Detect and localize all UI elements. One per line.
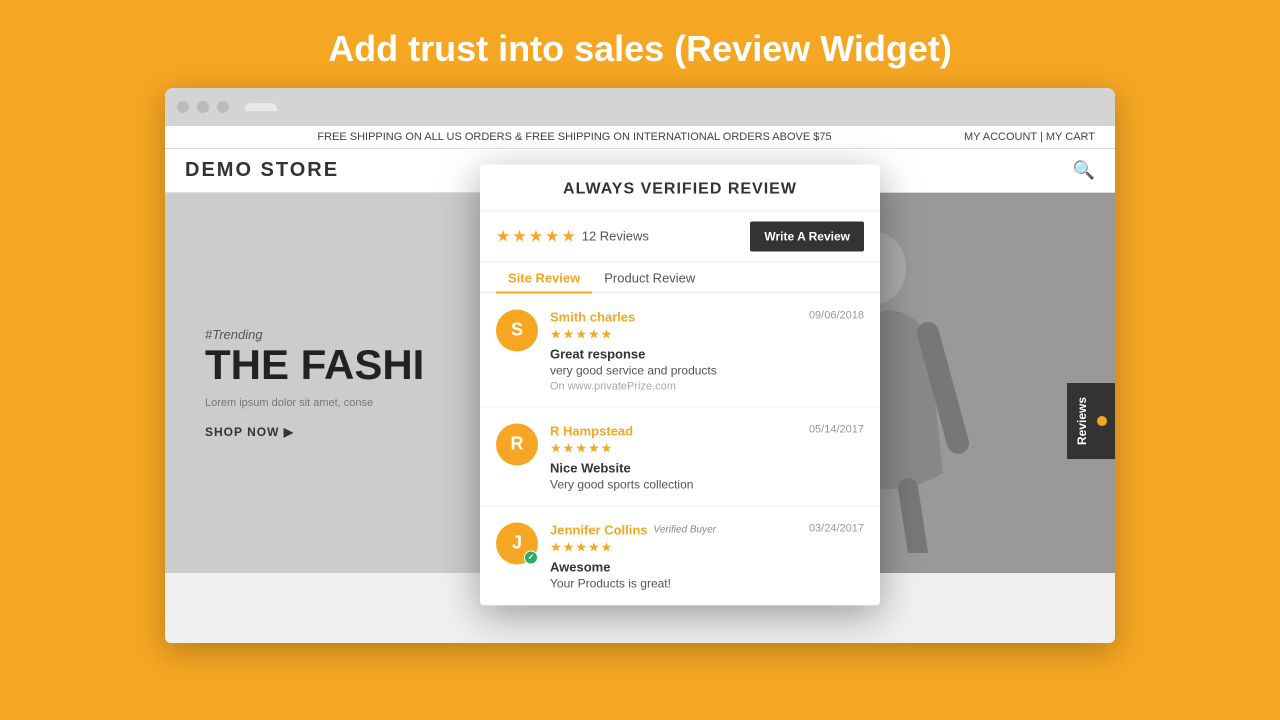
browser-dot-3 <box>217 101 229 113</box>
overall-stars: ★ ★ ★ ★ ★ <box>496 226 576 246</box>
browser-dot-1 <box>177 101 189 113</box>
review-modal: ALWAYS VERIFIED REVIEW ★ ★ ★ ★ ★ 12 Revi… <box>480 164 880 605</box>
review-top-row-2: R Hampstead 05/14/2017 <box>550 423 864 438</box>
review-top-row-1: Smith charles 09/06/2018 <box>550 309 864 324</box>
review-headline-1: Great response <box>550 346 864 361</box>
hero-cta[interactable]: SHOP NOW ▶ <box>205 425 424 439</box>
review-top-row-3: Jennifer Collins Verified Buyer 03/24/20… <box>550 522 864 537</box>
modal-title: ALWAYS VERIFIED REVIEW <box>500 180 860 198</box>
modal-tabs: Site Review Product Review <box>480 262 880 293</box>
reviewer-name-1: Smith charles <box>550 309 635 324</box>
review-text-3: Your Products is great! <box>550 576 864 590</box>
review-item-2: R R Hampstead 05/14/2017 ★ ★ ★ ★ ★ <box>480 407 880 506</box>
account-links[interactable]: MY ACCOUNT | MY CART <box>964 131 1095 143</box>
review-stars-3: ★ ★ ★ ★ ★ <box>550 539 864 555</box>
review-date-2: 05/14/2017 <box>809 423 864 435</box>
star-3: ★ <box>529 226 543 246</box>
review-item-3: J ✓ Jennifer Collins Verified Buyer 03/2… <box>480 506 880 605</box>
review-stars-1: ★ ★ ★ ★ ★ <box>550 326 864 342</box>
review-body-2: R Hampstead 05/14/2017 ★ ★ ★ ★ ★ Nice We… <box>550 423 864 491</box>
promo-text: FREE SHIPPING ON ALL US ORDERS & FREE SH… <box>185 131 964 143</box>
browser-dot-2 <box>197 101 209 113</box>
reviews-tab-dot <box>1097 416 1107 426</box>
review-stars-2: ★ ★ ★ ★ ★ <box>550 440 864 456</box>
reviewer-avatar-3: J ✓ <box>496 522 538 564</box>
review-date-1: 09/06/2018 <box>809 309 864 321</box>
review-count: 12 Reviews <box>582 229 649 244</box>
review-text-2: Very good sports collection <box>550 477 864 491</box>
review-body-1: Smith charles 09/06/2018 ★ ★ ★ ★ ★ Great… <box>550 309 864 392</box>
reviews-sidebar-tab[interactable]: Reviews <box>1067 383 1115 459</box>
review-item-1: S Smith charles 09/06/2018 ★ ★ ★ ★ ★ <box>480 293 880 407</box>
hero-subtitle: Lorem ipsum dolor sit amet, conse <box>205 397 424 409</box>
review-site-1: On www.privatePrize.com <box>550 380 864 392</box>
verified-badge-3: ✓ <box>524 550 538 564</box>
star-2: ★ <box>512 226 526 246</box>
tab-product-review[interactable]: Product Review <box>592 262 707 291</box>
hero-left: #Trending THE FASHI Lorem ipsum dolor si… <box>165 287 464 478</box>
hero-trending: #Trending <box>205 327 424 342</box>
modal-rating-row: ★ ★ ★ ★ ★ 12 Reviews Write A Review <box>480 211 880 262</box>
review-date-3: 03/24/2017 <box>809 522 864 534</box>
star-5: ★ <box>561 226 575 246</box>
review-text-1: very good service and products <box>550 363 864 377</box>
reviewer-avatar-1: S <box>496 309 538 351</box>
reviewer-name-2: R Hampstead <box>550 423 633 438</box>
review-headline-2: Nice Website <box>550 460 864 475</box>
store-content: FREE SHIPPING ON ALL US ORDERS & FREE SH… <box>165 126 1115 643</box>
reviewer-avatar-2: R <box>496 423 538 465</box>
reviewer-name-3: Jennifer Collins <box>550 522 648 537</box>
modal-stars-count: ★ ★ ★ ★ ★ 12 Reviews <box>496 226 649 246</box>
store-logo: DEMO STORE <box>185 159 339 182</box>
browser-bar <box>165 88 1115 126</box>
write-review-button[interactable]: Write A Review <box>750 221 864 251</box>
star-4: ★ <box>545 226 559 246</box>
reviews-list: S Smith charles 09/06/2018 ★ ★ ★ ★ ★ <box>480 293 880 605</box>
page-title: Add trust into sales (Review Widget) <box>328 28 952 70</box>
review-headline-3: Awesome <box>550 559 864 574</box>
browser-mockup: FREE SHIPPING ON ALL US ORDERS & FREE SH… <box>165 88 1115 643</box>
browser-tab <box>245 103 277 111</box>
reviewer-name-verified-3: Jennifer Collins Verified Buyer <box>550 522 716 537</box>
modal-header: ALWAYS VERIFIED REVIEW <box>480 164 880 211</box>
search-icon[interactable]: 🔍 <box>1073 160 1095 181</box>
store-header-top: FREE SHIPPING ON ALL US ORDERS & FREE SH… <box>165 126 1115 149</box>
star-1: ★ <box>496 226 510 246</box>
review-body-3: Jennifer Collins Verified Buyer 03/24/20… <box>550 522 864 590</box>
verified-label-3: Verified Buyer <box>654 524 716 535</box>
reviews-tab-label: Reviews <box>1075 397 1089 445</box>
hero-title: THE FASHI <box>205 342 424 388</box>
tab-site-review[interactable]: Site Review <box>496 262 592 293</box>
